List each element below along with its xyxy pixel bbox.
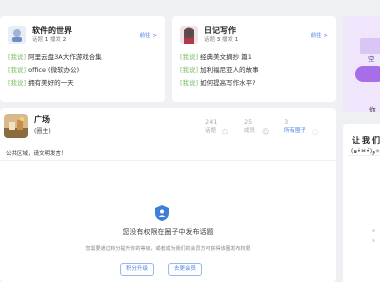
circle-card-software[interactable]: 软件的世界 话题 1 播发 2 前往 > [我说] 阿里云盘3A大作游戏合集 [… — [0, 16, 165, 102]
promo-banner[interactable]: 空 你 — [343, 16, 380, 112]
side-card-title: 让我们 — [352, 136, 380, 145]
topic-item[interactable]: [我说] office (微软办公) — [8, 64, 157, 77]
circle-avatar — [180, 26, 198, 44]
chat-icon: ☖ — [222, 128, 229, 136]
plaza-card: 广场 (圈主) 241 话题 ☖ 25 成员 ☺ 3 所有圈子 ◌ 公共区域，请… — [0, 108, 336, 282]
permission-description: 您需要通过积分提升你的等级，或者成为我们的会员方可获得该圈发布权限 — [85, 246, 251, 252]
topic-item[interactable]: [我说] 拥有美好的一天 — [8, 77, 157, 90]
promo-text: 空 — [368, 55, 375, 63]
topic-item[interactable]: [我说] 经典美文摘抄 篇1 — [180, 51, 328, 64]
plaza-title: 广场 — [34, 115, 50, 124]
promo-button[interactable] — [355, 66, 380, 82]
visit-link[interactable]: 前往 > — [140, 31, 157, 39]
become-vip-button[interactable]: 去更会员 — [168, 263, 203, 276]
topic-list: [我说] 阿里云盘3A大作游戏合集 [我说] office (微软办公) [我说… — [8, 51, 157, 90]
circle-stats: 话题 1 播发 2 — [32, 37, 67, 43]
comment-icon: ◌ — [312, 128, 319, 136]
promo-text: 你 — [369, 106, 376, 112]
plaza-notice: 公共区域，请文明发言！ — [6, 151, 67, 157]
stat-members: 25 成员 — [244, 118, 256, 134]
decoration-dot — [372, 239, 375, 242]
topic-item[interactable]: [我说] 阿里云盘3A大作游戏合集 — [8, 51, 157, 64]
stat-circles[interactable]: 3 所有圈子 — [284, 118, 306, 135]
topic-item[interactable]: [我说] 加利福尼亚人的故事 — [180, 64, 328, 77]
topic-item[interactable]: [我说] 如何提高写作水平? — [180, 77, 328, 90]
shield-icon — [154, 204, 170, 226]
divider — [0, 160, 336, 161]
circle-card-diary[interactable]: 日记写作 话题 3 播发 1 前往 > [我说] 经典美文摘抄 篇1 [我说] … — [172, 16, 336, 102]
no-permission-message: 您没有权限在圈子中发布话题 — [122, 228, 214, 236]
stat-topics: 241 话题 — [205, 118, 218, 134]
circle-title[interactable]: 软件的世界 — [32, 26, 140, 36]
plaza-avatar — [4, 114, 28, 138]
circle-title[interactable]: 日记写作 — [204, 26, 311, 36]
topic-list: [我说] 经典美文摘抄 篇1 [我说] 加利福尼亚人的故事 [我说] 如何提高写… — [180, 51, 328, 90]
decoration-dot — [372, 229, 375, 232]
divider — [348, 155, 380, 156]
circle-stats: 话题 3 播发 1 — [204, 37, 239, 43]
circle-avatar — [8, 26, 26, 44]
visit-link[interactable]: 前往 > — [311, 31, 328, 39]
user-icon: ☺ — [262, 128, 270, 136]
plaza-role: (圈主) — [34, 128, 51, 135]
upgrade-points-button[interactable]: 积分升级 — [120, 263, 155, 276]
side-card: 让我们 (๑•̀ㅂ•́)و✧ — [343, 124, 380, 282]
promo-decoration — [360, 38, 380, 54]
